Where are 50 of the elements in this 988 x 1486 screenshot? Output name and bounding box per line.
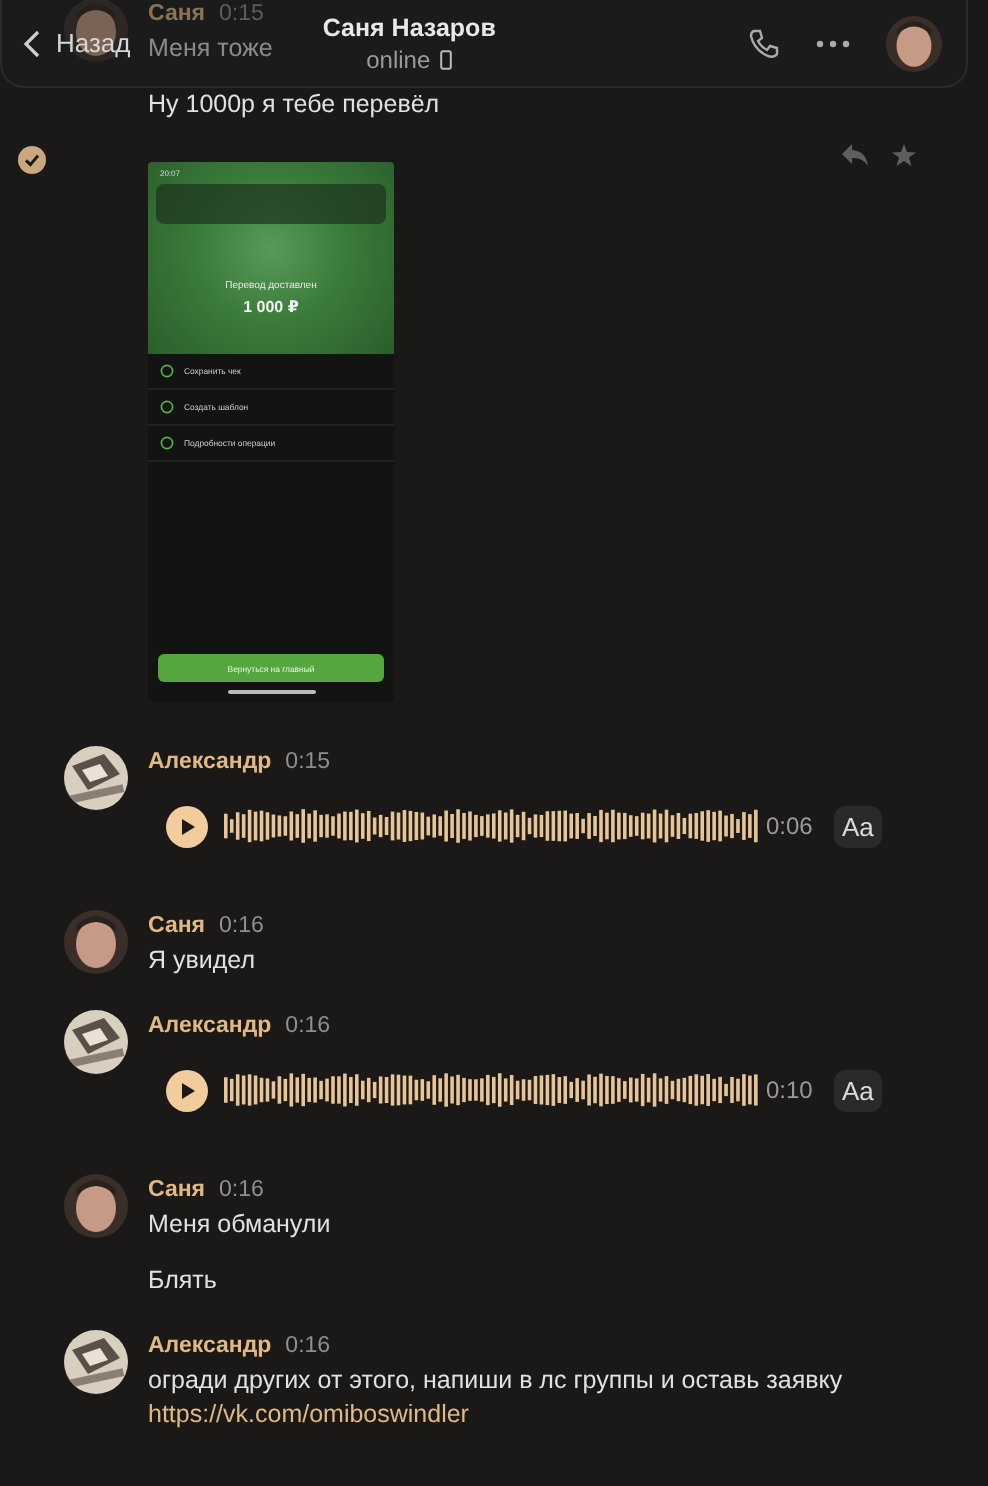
more-icon (816, 39, 850, 47)
transfer-amount: 1 000 ₽ (243, 298, 299, 316)
chevron-left-icon (22, 29, 40, 57)
message-time: 0:15 (285, 748, 331, 778)
avatar (64, 1010, 128, 1074)
author-name[interactable]: Александр (148, 1010, 272, 1044)
author-name[interactable]: Саня (148, 0, 205, 32)
selected-check-icon[interactable] (18, 146, 46, 174)
play-button[interactable] (166, 805, 208, 847)
avatar (64, 910, 128, 974)
action-icon (160, 400, 174, 414)
message-text: огради других от этого, напиши в лс группы и оставь заявку (148, 1364, 843, 1398)
message-link[interactable]: https://vk.com/omiboswindler (148, 1398, 469, 1432)
voice-duration: 0:10 (766, 1076, 815, 1104)
author-name[interactable]: Александр (148, 1330, 272, 1364)
author-name[interactable]: Саня (148, 1174, 205, 1208)
avatar (64, 1174, 128, 1238)
message-time: 0:16 (219, 1176, 264, 1206)
reply-icon[interactable] (842, 144, 868, 166)
avatar (64, 746, 128, 810)
message-time: 0:15 (219, 0, 264, 30)
play-icon (179, 1081, 195, 1099)
avatar (886, 15, 942, 71)
message-text: Ну 1000р я тебе перевёл (148, 88, 440, 122)
message-text: Я увидел (148, 944, 255, 978)
home-indicator (227, 690, 315, 694)
phone-call-icon (748, 27, 780, 59)
more-button[interactable] (816, 39, 850, 47)
message-text: Меня обманули (148, 1208, 331, 1242)
message-time: 0:16 (219, 912, 264, 942)
chat-title: Саня Назаров (322, 13, 496, 41)
voice-duration: 0:06 (766, 812, 815, 840)
action-icon (160, 364, 174, 378)
back-button[interactable]: Назад (22, 28, 131, 58)
transcribe-button[interactable]: Aa (834, 1069, 882, 1111)
play-icon (179, 817, 195, 835)
play-button[interactable] (166, 1069, 208, 1111)
author-name[interactable]: Саня (148, 910, 205, 944)
transcribe-button[interactable]: Aa (834, 805, 882, 847)
message-text: Меня тоже (148, 32, 273, 66)
avatar (64, 1330, 128, 1394)
message-text: Блять (148, 1264, 217, 1298)
message-time: 0:16 (285, 1012, 331, 1042)
author-name[interactable]: Александр (148, 746, 272, 780)
phone-icon (440, 49, 453, 69)
online-status: online (366, 45, 431, 73)
action-icon (160, 436, 174, 450)
message-time: 0:16 (285, 1332, 331, 1362)
call-button[interactable] (748, 27, 780, 59)
star-icon[interactable] (892, 144, 916, 166)
